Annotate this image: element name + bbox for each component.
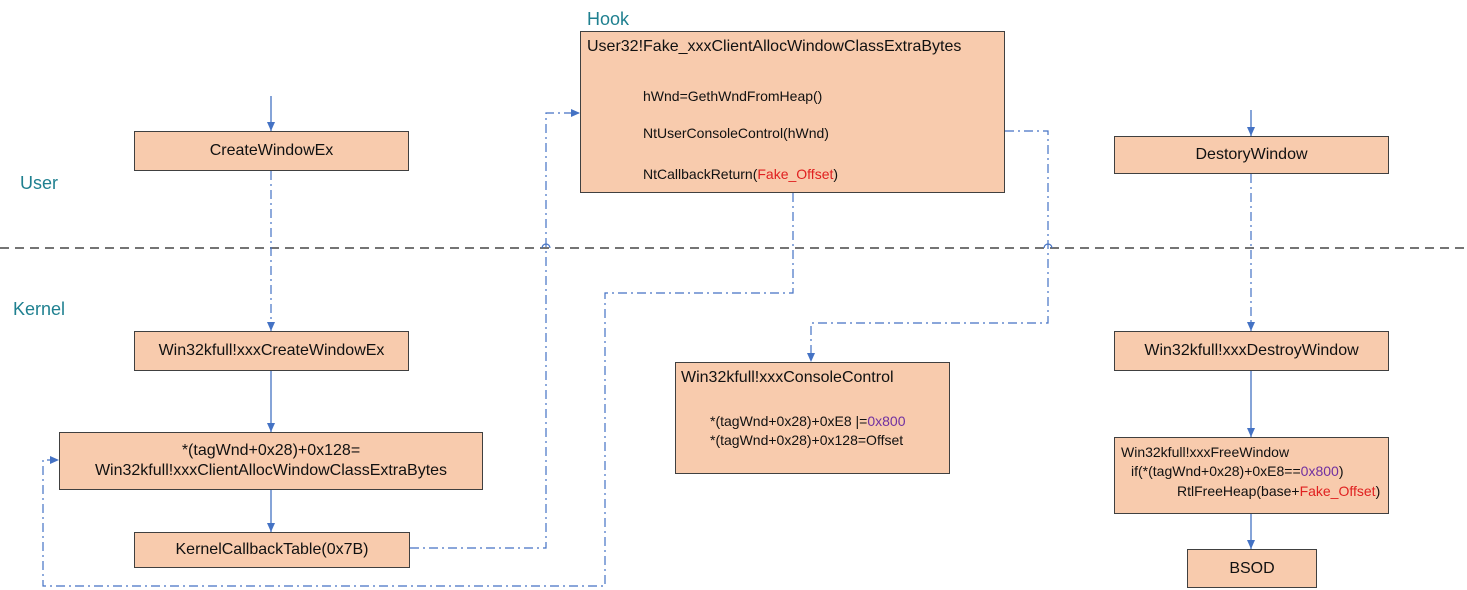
box-line: *(tagWnd+0x28)+0x128=Offset [710,432,904,448]
box-kernel-callback-table: KernelCallbackTable(0x7B) [134,532,410,568]
box-line: if(*(tagWnd+0x28)+0xE8==0x800) [1131,462,1343,480]
box-label: CreateWindowEx [209,142,334,159]
fake-offset-highlight: Fake_Offset [757,166,834,182]
box-title: Win32kfull!xxxConsoleControl [681,369,894,386]
zone-label-user: User [20,173,59,193]
flag-value-highlight: 0x800 [867,413,906,429]
text-part: if(*(tagWnd+0x28)+0xE8== [1131,463,1301,479]
box-label: KernelCallbackTable(0x7B) [175,541,369,558]
box-console-control: Win32kfull!xxxConsoleControl *(tagWnd+0x… [675,362,950,474]
zone-label-hook: Hook [587,9,630,29]
text-part: *(tagWnd+0x28)+0xE8 |= [710,413,868,429]
text-part: RtlFreeHeap(base+ [1177,483,1300,499]
box-bsod: BSOD [1187,549,1317,588]
box-label: Win32kfull!xxxCreateWindowEx [158,342,385,359]
fake-offset-highlight: Fake_Offset [1299,483,1376,499]
text-part: ) [833,166,839,182]
box-line: *(tagWnd+0x28)+0xE8 |=0x800 [710,412,906,430]
box-label: Win32kfull!xxxDestroyWindow [1144,342,1359,359]
text-part: ) [1338,463,1344,479]
box-line: NtCallbackReturn(Fake_Offset) [643,165,838,183]
box-extra-bytes-assignment: *(tagWnd+0x28)+0x128= Win32kfull!xxxClie… [59,432,483,490]
box-label: BSOD [1229,559,1275,577]
box-create-window-ex: CreateWindowEx [134,131,409,171]
text-part: ) [1375,483,1381,499]
box-title: Win32kfull!xxxFreeWindow [1121,444,1290,460]
box-label: DestoryWindow [1195,146,1308,163]
box-title: User32!Fake_xxxClientAllocWindowClassExt… [587,38,962,55]
box-free-window: Win32kfull!xxxFreeWindow if(*(tagWnd+0x2… [1114,437,1389,514]
box-line: hWnd=GethWndFromHeap() [643,88,823,104]
flag-value-highlight: 0x800 [1300,463,1339,479]
box-line: NtUserConsoleControl(hWnd) [643,125,829,141]
box-fake-callback: User32!Fake_xxxClientAllocWindowClassExt… [580,31,1005,193]
box-line: RtlFreeHeap(base+Fake_Offset) [1177,482,1380,500]
box-xxx-create-window-ex: Win32kfull!xxxCreateWindowEx [134,331,409,371]
text-part: NtCallbackReturn( [643,166,758,182]
box-destory-window: DestoryWindow [1114,136,1389,174]
zone-label-kernel: Kernel [13,299,66,319]
box-xxx-destroy-window: Win32kfull!xxxDestroyWindow [1114,331,1389,371]
box-line: Win32kfull!xxxClientAllocWindowClassExtr… [94,462,448,479]
box-line: *(tagWnd+0x28)+0x128= [181,442,361,459]
